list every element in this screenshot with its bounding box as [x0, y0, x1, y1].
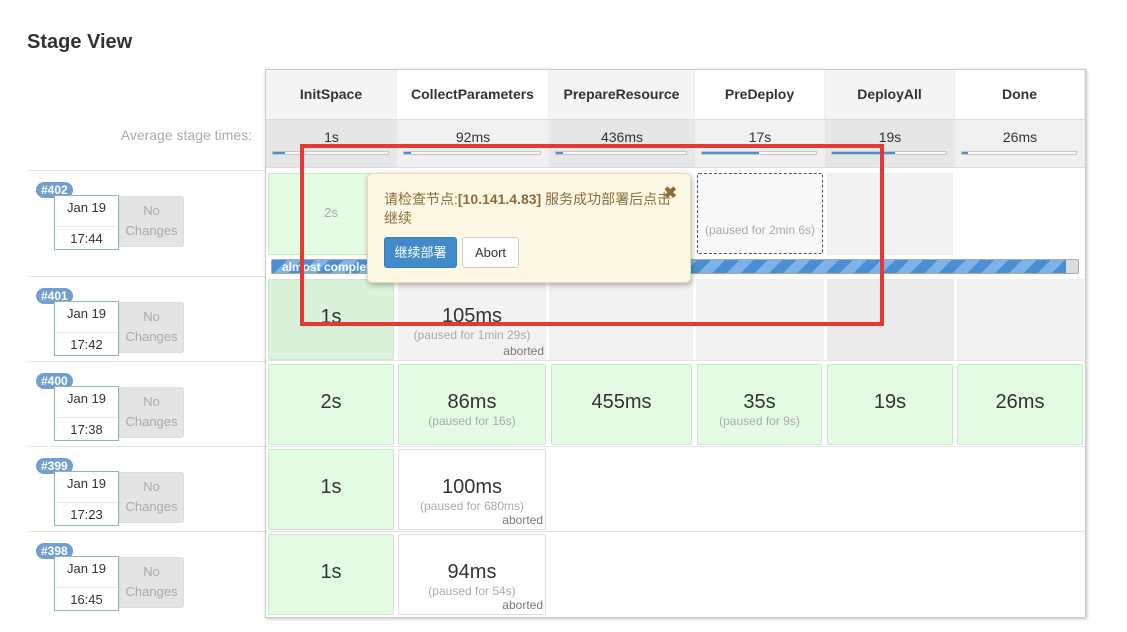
build-date: Jan 19 17:42 — [54, 301, 119, 356]
stage-header[interactable]: InitSpace — [266, 70, 397, 119]
stage-duration: 26ms — [995, 391, 1045, 413]
stage-duration: 35s — [743, 391, 776, 413]
stage-header[interactable]: Done — [955, 70, 1085, 119]
build-date-time: 17:42 — [55, 332, 118, 352]
stage-cell[interactable]: 1s — [268, 449, 394, 530]
stage-average-value: 1s — [324, 129, 339, 145]
build-row-399: #399 Jan 19 17:23 No Changes — [27, 446, 265, 531]
build-date-day: Jan 19 — [66, 476, 107, 491]
stage-header[interactable]: PrepareResource — [549, 70, 695, 119]
stage-header[interactable]: CollectParameters — [397, 70, 549, 119]
highlight-box — [300, 144, 884, 326]
stage-duration: 1s — [320, 561, 342, 583]
no-changes-label[interactable]: No Changes — [119, 302, 184, 353]
no-changes-label[interactable]: No Changes — [119, 472, 184, 523]
stage-average-value: 17s — [748, 129, 772, 145]
build-date-day: Jan 19 — [66, 561, 107, 576]
stage-cell[interactable]: 100ms (paused for 680ms) aborted — [398, 449, 546, 530]
stage-pause: (paused for 1min 29s) — [413, 328, 531, 342]
build-date-time: 17:38 — [55, 417, 118, 437]
stage-average-bar — [961, 151, 1077, 155]
build-date: Jan 19 17:38 — [54, 386, 119, 441]
stage-status: aborted — [502, 598, 543, 612]
stage-cell[interactable]: 19s — [827, 364, 953, 445]
build-row-401: #401 Jan 19 17:42 No Changes — [27, 276, 265, 361]
stage-duration: 1s — [320, 476, 342, 498]
build-row-398: #398 Jan 19 16:45 No Changes — [27, 531, 265, 616]
stage-average-bar-fill — [962, 152, 968, 154]
build-date: Jan 19 16:45 — [54, 556, 119, 611]
no-changes-label[interactable]: No Changes — [119, 557, 184, 608]
stage-cell[interactable]: 26ms — [957, 364, 1083, 445]
stage-cell[interactable]: 455ms — [551, 364, 692, 445]
stage-cell[interactable]: 1s — [268, 534, 394, 615]
stage-cell[interactable]: 35s (paused for 9s) — [697, 364, 822, 445]
build-row-402: #402 Jan 19 17:44 No Changes — [27, 170, 265, 255]
stage-average-value: 92ms — [455, 129, 491, 145]
stage-average-value: 26ms — [1002, 129, 1038, 145]
no-changes-label[interactable]: No Changes — [119, 196, 184, 247]
build-row-400: #400 Jan 19 17:38 No Changes — [27, 361, 265, 446]
stage-average-bar-fill — [273, 152, 285, 154]
row-divider — [266, 446, 1085, 447]
row-divider — [266, 531, 1085, 532]
stage-average: 26ms — [955, 119, 1085, 168]
stage-header[interactable]: DeployAll — [825, 70, 955, 119]
stage-duration: 100ms — [441, 476, 503, 498]
row-divider — [266, 360, 1085, 361]
build-date-day: Jan 19 — [66, 391, 107, 406]
stage-duration: 94ms — [447, 561, 497, 583]
stage-header[interactable]: PreDeploy — [695, 70, 825, 119]
stage-duration: 19s — [873, 391, 907, 413]
stage-cell[interactable]: 2s — [268, 364, 394, 445]
stage-pause: (paused for 680ms) — [419, 499, 525, 513]
stage-duration: 2s — [320, 391, 342, 413]
stage-average-value: 436ms — [600, 129, 644, 145]
no-changes-label[interactable]: No Changes — [119, 387, 184, 438]
stage-pause: (paused for 16s) — [428, 414, 516, 428]
stage-cell[interactable]: 86ms (paused for 16s) — [398, 364, 546, 445]
build-date-time: 17:23 — [55, 502, 118, 522]
stage-status: aborted — [503, 344, 544, 358]
build-date-day: Jan 19 — [66, 306, 107, 321]
stage-cell[interactable]: 94ms (paused for 54s) aborted — [398, 534, 546, 615]
build-date-time: 17:44 — [55, 226, 118, 246]
stage-cell — [957, 279, 1084, 360]
stage-duration: 455ms — [591, 391, 652, 413]
page-title: Stage View — [27, 31, 133, 53]
stage-pause: (paused for 9s) — [719, 414, 800, 428]
average-stage-times-label: Average stage times: — [120, 127, 252, 143]
build-date: Jan 19 17:23 — [54, 471, 119, 526]
build-date: Jan 19 17:44 — [54, 195, 119, 250]
build-date-day: Jan 19 — [66, 200, 107, 215]
stage-average-value: 19s — [878, 129, 902, 145]
build-date-time: 16:45 — [55, 587, 118, 607]
stage-status: aborted — [502, 513, 543, 527]
stage-duration: 86ms — [447, 391, 497, 413]
stage-pause: (paused for 54s) — [428, 584, 516, 598]
